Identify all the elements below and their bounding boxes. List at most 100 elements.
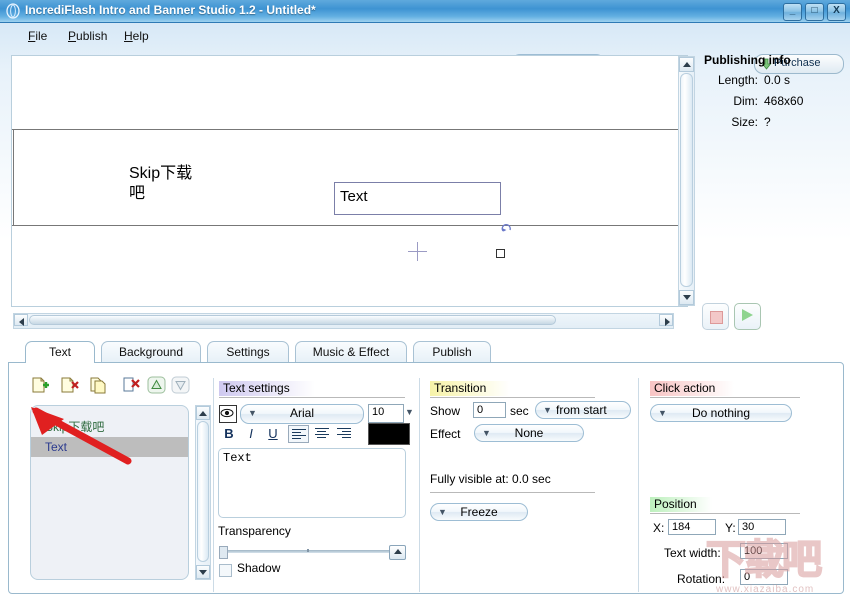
bold-button[interactable]: B — [219, 425, 239, 442]
scroll-up-button[interactable] — [679, 57, 694, 72]
add-text-icon[interactable] — [30, 376, 52, 396]
show-seconds-value: 0 — [477, 404, 484, 416]
size-value: ? — [764, 115, 771, 129]
canvas-text-object[interactable]: Text — [334, 182, 501, 215]
dim-value: 468x60 — [764, 94, 804, 108]
transport-controls — [702, 303, 762, 330]
publishing-info-title: Publishing info — [704, 53, 791, 67]
text-list-scrollbar[interactable] — [195, 405, 211, 580]
text-width-input[interactable]: 100 — [740, 543, 788, 559]
menu-help-rest: elp — [132, 29, 149, 43]
fully-visible-label: Fully visible at: 0.0 sec — [430, 472, 551, 486]
list-item[interactable]: Text — [31, 437, 188, 457]
y-value: 30 — [742, 521, 755, 533]
scroll-right-button[interactable] — [659, 314, 673, 326]
minimize-button[interactable]: _ — [783, 3, 802, 21]
design-canvas[interactable]: Skip下载吧 Text — [11, 55, 688, 307]
divider — [650, 397, 800, 398]
text-list-toolbar — [22, 376, 202, 398]
maximize-button[interactable]: □ — [805, 3, 824, 21]
text-width-label: Text width: — [664, 546, 721, 560]
eye-icon[interactable] — [219, 405, 237, 423]
vertical-scroll-thumb[interactable] — [680, 73, 693, 287]
tab-publish[interactable]: Publish — [413, 341, 491, 363]
canvas-horizontal-scrollbar[interactable] — [13, 313, 674, 329]
canvas-text-object-label: Text — [340, 188, 368, 205]
font-size-chevron-down-icon[interactable]: ▼ — [405, 407, 414, 417]
stop-icon — [710, 311, 723, 324]
shadow-label: Shadow — [237, 561, 281, 575]
triangle-up-icon — [682, 62, 691, 67]
align-center-icon[interactable] — [311, 425, 332, 443]
list-scroll-thumb[interactable] — [197, 421, 209, 562]
effect-dropdown[interactable]: ▼ None — [474, 424, 584, 442]
shadow-checkbox[interactable] — [219, 564, 232, 577]
menu-help[interactable]: Help — [124, 29, 149, 43]
canvas-vertical-scrollbar[interactable] — [678, 56, 695, 306]
play-button[interactable] — [734, 303, 761, 330]
click-action-value: Do nothing — [691, 406, 751, 420]
font-size-value: 10 — [372, 406, 385, 418]
slider-start-marker — [219, 546, 228, 559]
scroll-down-button[interactable] — [679, 290, 694, 305]
publishing-info-row: Dim: 468x60 — [700, 94, 845, 115]
close-button[interactable]: X — [827, 3, 846, 21]
rotate-icon[interactable] — [501, 223, 513, 235]
menu-publish-rest: ublish — [76, 29, 108, 43]
rotation-label: Rotation: — [677, 572, 726, 586]
menu-publish[interactable]: Publish — [68, 29, 107, 43]
font-family-dropdown[interactable]: ▼ Arial — [240, 404, 364, 424]
text-color-swatch[interactable] — [368, 423, 410, 445]
slider-thumb[interactable] — [389, 545, 406, 560]
transparency-slider[interactable] — [219, 545, 406, 560]
triangle-left-icon — [19, 318, 24, 326]
italic-button[interactable]: I — [241, 425, 261, 442]
tab-text[interactable]: Text — [25, 341, 95, 363]
play-icon — [742, 309, 753, 321]
app-icon — [6, 3, 20, 19]
window-buttons: _ □ X — [783, 3, 846, 21]
clear-text-icon[interactable] — [121, 376, 143, 396]
list-scroll-down-button[interactable] — [196, 565, 210, 579]
list-item[interactable]: Skip下载吧 — [31, 417, 188, 437]
delete-text-icon[interactable] — [59, 376, 81, 396]
canvas-banner-text[interactable]: Skip下载吧 — [129, 164, 199, 204]
tab-music-effect[interactable]: Music & Effect — [295, 341, 407, 363]
tab-settings[interactable]: Settings — [207, 341, 289, 363]
show-seconds-input[interactable]: 0 — [473, 402, 506, 418]
list-scroll-up-button[interactable] — [196, 406, 210, 420]
triangle-up-icon — [199, 411, 207, 416]
align-right-icon[interactable] — [333, 425, 354, 443]
show-label: Show — [430, 404, 461, 418]
stop-button[interactable] — [702, 303, 729, 330]
y-input[interactable]: 30 — [738, 519, 786, 535]
rotation-input[interactable]: 0 — [740, 569, 788, 585]
move-up-icon[interactable] — [146, 376, 168, 396]
end-action-value: Freeze — [460, 505, 498, 519]
duplicate-text-icon[interactable] — [88, 376, 110, 396]
click-action-header: Click action — [650, 381, 734, 396]
x-label: X: — [653, 521, 665, 535]
resize-handle-icon[interactable] — [496, 249, 505, 258]
menu-file[interactable]: File — [28, 29, 47, 43]
end-action-dropdown[interactable]: ▼ Freeze — [430, 503, 528, 521]
dim-label: Dim: — [733, 94, 758, 108]
transition-start-dropdown[interactable]: ▼ from start — [535, 401, 631, 419]
tab-background[interactable]: Background — [101, 341, 201, 363]
horizontal-scroll-thumb[interactable] — [29, 315, 556, 325]
x-input[interactable]: 184 — [668, 519, 716, 535]
align-left-icon[interactable] — [288, 425, 309, 443]
sec-label: sec — [510, 404, 529, 418]
effect-value: None — [514, 426, 544, 440]
scroll-left-button[interactable] — [14, 314, 28, 326]
font-size-input[interactable]: 10 — [368, 404, 404, 423]
text-object-list[interactable]: Skip下载吧 Text — [30, 405, 189, 580]
slider-track — [219, 550, 403, 553]
click-action-dropdown[interactable]: ▼ Do nothing — [650, 404, 792, 422]
divider — [219, 397, 405, 398]
move-down-icon[interactable] — [170, 376, 192, 396]
move-crosshair-icon[interactable] — [408, 242, 427, 261]
menu-bar: File Publish Help ▼ 166% + − 0 Purchase — [0, 23, 850, 75]
text-content-textarea[interactable]: Text — [218, 448, 406, 518]
underline-button[interactable]: U — [263, 425, 283, 442]
